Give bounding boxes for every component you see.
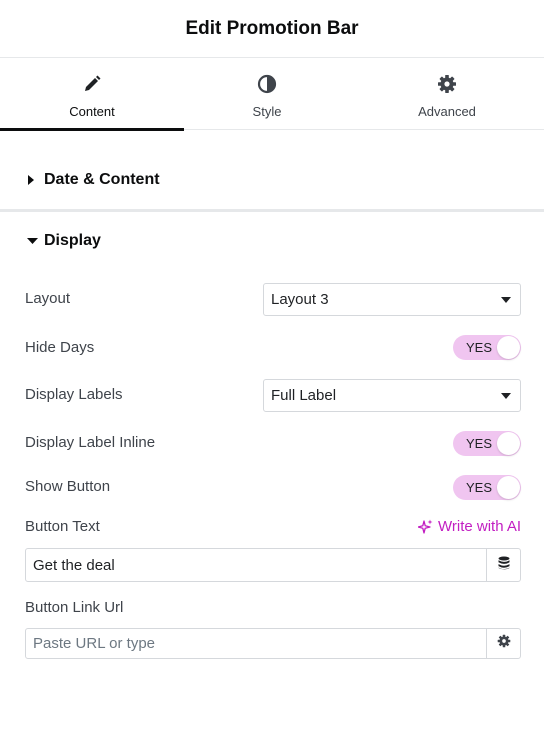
display-labels-label: Display Labels [25, 386, 123, 403]
button-text-field [25, 548, 521, 582]
section-divider [0, 209, 544, 212]
layout-select[interactable]: Layout 3 [263, 283, 521, 316]
toggle-knob [497, 336, 520, 359]
hide-days-label: Hide Days [25, 339, 95, 356]
hide-days-toggle-label: YES [466, 340, 493, 355]
show-button-toggle-label: YES [466, 480, 493, 495]
tab-style-label: Style [252, 104, 282, 119]
toggle-knob [497, 432, 520, 455]
display-label-inline-toggle[interactable]: YES [453, 431, 521, 456]
dynamic-tags-button[interactable] [486, 549, 520, 581]
sparkle-icon [418, 519, 434, 535]
tab-style[interactable]: Style [184, 58, 350, 130]
show-button-toggle[interactable]: YES [453, 475, 521, 500]
pencil-icon [81, 73, 103, 95]
button-text-label: Button Text [25, 518, 100, 535]
display-labels-select-value: Full Label [271, 387, 337, 404]
button-text-input[interactable] [26, 549, 486, 581]
tab-content[interactable]: Content [0, 58, 184, 131]
panel-header: Edit Promotion Bar [0, 0, 544, 58]
tab-content-label: Content [69, 104, 115, 119]
tab-advanced-label: Advanced [418, 104, 476, 119]
section-display[interactable]: Display [0, 221, 544, 261]
section-display-title: Display [44, 232, 101, 249]
caret-down-icon [27, 234, 41, 248]
display-label-inline-label: Display Label Inline [25, 434, 156, 451]
write-with-ai-link[interactable]: Write with AI [418, 518, 521, 535]
button-link-url-field [25, 628, 521, 659]
display-label-inline-toggle-label: YES [466, 436, 493, 451]
caret-right-icon [27, 173, 41, 187]
tab-advanced[interactable]: Advanced [350, 58, 544, 130]
section-date-content[interactable]: Date & Content [0, 160, 544, 200]
layout-label: Layout [25, 290, 71, 307]
write-with-ai-label: Write with AI [438, 518, 522, 535]
button-link-url-input[interactable] [26, 629, 486, 658]
panel-title: Edit Promotion Bar [185, 17, 359, 39]
toggle-knob [497, 476, 520, 499]
gear-icon [497, 634, 511, 653]
link-options-button[interactable] [486, 629, 520, 658]
display-labels-select[interactable]: Full Label [263, 379, 521, 412]
half-circle-icon [256, 73, 278, 95]
layout-select-value: Layout 3 [271, 291, 329, 308]
button-link-url-label: Button Link Url [25, 599, 124, 616]
database-icon [498, 556, 510, 575]
hide-days-toggle[interactable]: YES [453, 335, 521, 360]
chevron-down-icon [501, 297, 511, 303]
gear-icon [436, 73, 458, 95]
show-button-label: Show Button [25, 478, 111, 495]
section-date-content-title: Date & Content [44, 171, 160, 188]
tab-bar: Content Style Advanced [0, 58, 544, 131]
chevron-down-icon [501, 393, 511, 399]
